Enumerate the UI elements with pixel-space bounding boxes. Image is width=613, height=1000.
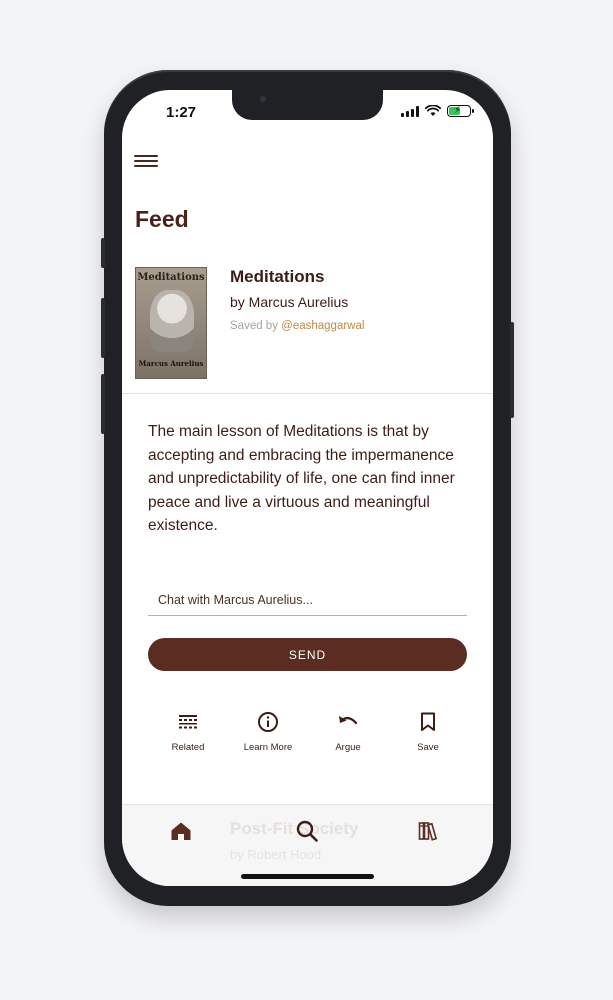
screen: 1:27 ⚡ Feed Meditations Marcus Aurelius …: [122, 90, 493, 886]
power-button: [510, 322, 514, 418]
tab-home[interactable]: [161, 816, 201, 846]
books-icon: [418, 822, 438, 841]
related-button[interactable]: Related: [148, 710, 228, 753]
send-button[interactable]: SEND: [148, 638, 467, 671]
notch: [232, 90, 383, 120]
learn-more-button[interactable]: Learn More: [228, 710, 308, 753]
menu-button[interactable]: [134, 152, 158, 170]
chat-input[interactable]: [148, 584, 467, 616]
saved-by-prefix: Saved by: [230, 320, 278, 332]
status-icons: ⚡: [401, 105, 474, 117]
battery-icon: ⚡: [447, 105, 474, 117]
related-label: Related: [171, 742, 205, 753]
argue-label: Argue: [335, 742, 361, 753]
mute-switch: [101, 238, 105, 268]
home-icon: [171, 822, 191, 840]
tab-library[interactable]: [409, 816, 449, 846]
tab-bar: [122, 816, 493, 856]
book-cover[interactable]: Meditations Marcus Aurelius: [135, 267, 207, 379]
phone-frame: 1:27 ⚡ Feed Meditations Marcus Aurelius …: [101, 70, 514, 906]
bookmark-icon: [421, 712, 435, 731]
info-icon: [258, 712, 278, 732]
argue-button[interactable]: Argue: [308, 710, 388, 753]
book-summary: The main lesson of Meditations is that b…: [148, 423, 455, 534]
learn-more-label: Learn More: [243, 742, 293, 753]
saved-by: Saved by @eashaggarwal: [230, 320, 364, 332]
undo-icon: [339, 716, 358, 725]
cover-title: Meditations: [137, 272, 205, 283]
page-title: Feed: [135, 206, 189, 232]
search-icon: [296, 820, 318, 842]
volume-down-button: [101, 374, 105, 434]
save-button[interactable]: Save: [388, 710, 468, 753]
cover-author: Marcus Aurelius: [138, 359, 204, 368]
book-author: by Marcus Aurelius: [230, 294, 349, 310]
bust-image: [150, 290, 194, 352]
tab-search[interactable]: [287, 816, 327, 846]
action-row: Related Learn More Argue Save: [148, 710, 467, 760]
signal-icon: [401, 105, 419, 117]
home-indicator[interactable]: [241, 874, 374, 879]
list-icon: [179, 715, 197, 729]
saved-by-user-link[interactable]: @eashaggarwal: [281, 320, 364, 332]
book-card[interactable]: Meditations Marcus Aurelius Meditations …: [135, 267, 475, 381]
divider: [122, 393, 493, 394]
wifi-icon: [425, 105, 441, 116]
camera-icon: [260, 96, 266, 102]
save-label: Save: [417, 742, 439, 753]
volume-up-button: [101, 298, 105, 358]
book-title[interactable]: Meditations: [230, 267, 324, 287]
status-time: 1:27: [166, 104, 197, 121]
